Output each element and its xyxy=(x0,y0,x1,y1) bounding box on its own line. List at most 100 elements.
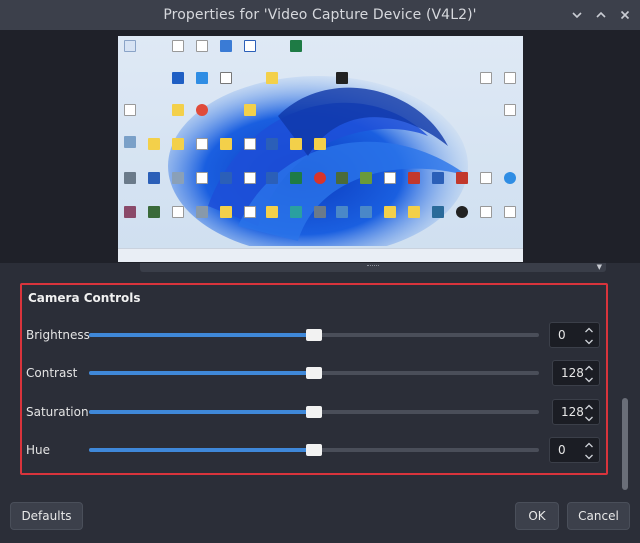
contrast-label: Contrast xyxy=(26,366,78,380)
app-icon xyxy=(314,172,326,184)
hue-row: Hue 0 xyxy=(22,435,606,465)
spin-arrows-icon[interactable] xyxy=(584,363,594,385)
file-icon xyxy=(504,206,516,218)
contrast-value: 128 xyxy=(561,366,584,380)
cancel-button[interactable]: Cancel xyxy=(567,502,630,530)
folder-icon xyxy=(148,138,160,150)
file-icon xyxy=(384,172,396,184)
file-icon xyxy=(480,172,492,184)
window-controls xyxy=(568,6,634,24)
pdf-icon xyxy=(456,172,468,184)
window-title: Properties for 'Video Capture Device (V4… xyxy=(163,7,477,23)
word-icon xyxy=(266,172,278,184)
file-icon xyxy=(196,138,208,150)
defaults-button[interactable]: Defaults xyxy=(10,502,83,530)
app-icon xyxy=(290,206,302,218)
word-icon xyxy=(244,40,256,52)
app-icon xyxy=(456,206,468,218)
hue-value: 0 xyxy=(558,443,566,457)
desktop-preview xyxy=(118,36,523,262)
file-icon xyxy=(480,206,492,218)
spin-arrows-icon[interactable] xyxy=(584,440,594,462)
spin-arrows-icon[interactable] xyxy=(584,325,594,347)
preview-area xyxy=(0,30,640,263)
contrast-spinbox[interactable]: 128 xyxy=(552,360,600,386)
app-icon xyxy=(124,172,136,184)
spin-arrows-icon[interactable] xyxy=(584,402,594,424)
pdf-icon xyxy=(408,172,420,184)
app-icon xyxy=(314,206,326,218)
folder-icon xyxy=(220,206,232,218)
folder-icon xyxy=(314,138,326,150)
file-icon xyxy=(504,104,516,116)
saturation-label: Saturation xyxy=(26,405,89,419)
excel-icon xyxy=(290,172,302,184)
app-icon xyxy=(148,206,160,218)
brightness-slider-handle[interactable] xyxy=(306,329,322,341)
file-icon xyxy=(124,104,136,116)
close-icon[interactable] xyxy=(616,6,634,24)
saturation-spinbox[interactable]: 128 xyxy=(552,399,600,425)
hue-label: Hue xyxy=(26,443,51,457)
brightness-label: Brightness xyxy=(26,328,90,342)
file-icon xyxy=(196,172,208,184)
file-icon xyxy=(124,40,136,52)
preview-resize-strip[interactable]: ▼ xyxy=(140,263,606,272)
file-icon xyxy=(172,40,184,52)
saturation-slider-handle[interactable] xyxy=(306,406,322,418)
app-icon xyxy=(504,172,516,184)
folder-icon xyxy=(266,72,278,84)
chevron-down-icon[interactable]: ▼ xyxy=(597,263,602,271)
folder-icon xyxy=(290,138,302,150)
word-icon xyxy=(432,172,444,184)
folder-icon xyxy=(266,206,278,218)
hue-slider-handle[interactable] xyxy=(306,444,322,456)
title-bar: Properties for 'Video Capture Device (V4… xyxy=(0,0,640,30)
app-icon xyxy=(124,206,136,218)
desktop-taskbar xyxy=(118,248,523,262)
folder-icon xyxy=(384,206,396,218)
app-icon xyxy=(360,206,372,218)
hue-spinbox[interactable]: 0 xyxy=(549,437,600,463)
app-icon xyxy=(220,40,232,52)
contrast-slider-handle[interactable] xyxy=(306,367,322,379)
folder-icon xyxy=(408,206,420,218)
file-icon xyxy=(244,138,256,150)
file-icon xyxy=(220,72,232,84)
app-icon xyxy=(360,172,372,184)
app-icon xyxy=(336,172,348,184)
slider-fill xyxy=(89,448,314,452)
app-icon xyxy=(172,172,184,184)
file-icon xyxy=(244,206,256,218)
resize-grip-icon[interactable] xyxy=(367,265,379,267)
word-icon xyxy=(220,172,232,184)
app-icon xyxy=(196,72,208,84)
chevron-down-icon[interactable] xyxy=(568,6,586,24)
excel-icon xyxy=(290,40,302,52)
file-icon xyxy=(504,72,516,84)
app-icon xyxy=(196,206,208,218)
file-icon xyxy=(172,206,184,218)
file-icon xyxy=(480,72,492,84)
app-icon xyxy=(172,72,184,84)
brightness-value: 0 xyxy=(558,328,566,342)
camera-controls-group: Camera Controls Brightness 0 Contrast 12… xyxy=(20,283,608,475)
folder-icon xyxy=(244,104,256,116)
desktop-icons xyxy=(118,36,523,262)
word-icon xyxy=(266,138,278,150)
app-icon xyxy=(124,136,136,148)
ok-button[interactable]: OK xyxy=(515,502,559,530)
brightness-spinbox[interactable]: 0 xyxy=(549,322,600,348)
vertical-scrollbar[interactable] xyxy=(622,398,628,490)
contrast-slider[interactable] xyxy=(89,367,539,379)
file-icon xyxy=(244,172,256,184)
saturation-slider[interactable] xyxy=(89,406,539,418)
saturation-row: Saturation 128 xyxy=(22,397,606,427)
word-icon xyxy=(148,172,160,184)
folder-icon xyxy=(220,138,232,150)
chevron-up-icon[interactable] xyxy=(592,6,610,24)
slider-fill xyxy=(89,371,314,375)
brightness-slider[interactable] xyxy=(89,329,539,341)
hue-slider[interactable] xyxy=(89,444,539,456)
folder-icon xyxy=(172,104,184,116)
